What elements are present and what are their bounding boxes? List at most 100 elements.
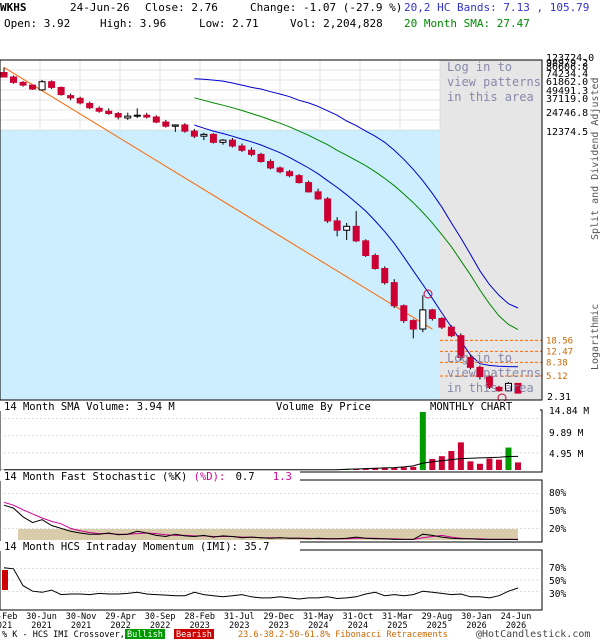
price-panel: Log in to view patterns in this area Log… — [0, 53, 600, 403]
volume-bar — [457, 442, 464, 470]
volume-sma-label: 14 Month SMA Volume: 3.94 M — [4, 401, 175, 413]
candle-body — [228, 139, 236, 147]
volume-bar — [467, 461, 474, 470]
imi-tick: 30% — [549, 589, 566, 600]
imi-crossover-legend: % K - HCS IMI Crossover, — [2, 630, 125, 640]
candle-body — [333, 220, 341, 231]
stochastic-label: 14 Month Fast Stochastic (%K) (%D): 0.7 … — [4, 471, 292, 483]
candle-body — [276, 167, 284, 173]
price-tick-label: 37119.0 — [546, 94, 588, 105]
volume-bar — [476, 463, 483, 470]
candle-body — [10, 76, 18, 83]
x-axis-labels: 26-Feb202130-Jun202130-Nov202129-Apr2022… — [0, 612, 531, 631]
patterns-msg-line: view patterns — [447, 75, 541, 89]
copyright-label[interactable]: @HotCandlestick.com — [476, 629, 590, 640]
log-scale-note: Logarithmic — [590, 304, 600, 370]
price-tick-label: 24746.8 — [546, 108, 588, 119]
open-label: Open: 3.92 — [4, 17, 70, 30]
volume-bar — [505, 447, 512, 470]
candle-body — [48, 81, 56, 88]
stochastic-k-value: 0.7 — [236, 471, 255, 483]
stock-chart: WKHS 24-Jun-26 Close: 2.76 Change: -1.07… — [0, 1, 600, 640]
candle-body — [114, 113, 122, 118]
candle-body — [38, 81, 46, 91]
stochastic-panel: 14 Month Fast Stochastic (%K) (%D): 0.7 … — [0, 471, 566, 543]
volume-bar — [400, 467, 407, 470]
candle-body — [409, 320, 417, 330]
candle-body — [171, 124, 179, 127]
volume-bar — [429, 458, 436, 470]
high-label: High: 3.96 — [100, 17, 166, 30]
volume-label: Vol: 2,204,828 — [290, 17, 383, 30]
candle-body — [133, 114, 141, 117]
candle-body — [381, 268, 389, 284]
candle-body — [200, 133, 208, 137]
candle-body — [267, 160, 275, 169]
candle-body — [105, 110, 113, 115]
volume-by-price-label: Volume By Price — [276, 401, 371, 413]
candle-body — [428, 309, 436, 319]
stochastic-label-prefix: 14 Month Fast Stochastic (%K) — [4, 471, 187, 483]
candle-body — [343, 225, 351, 231]
fibonacci-labels: 18.5612.478.38 5.12 — [546, 336, 573, 382]
date-label: 24-Jun-26 — [70, 1, 130, 14]
imi-crossover-marker — [2, 570, 8, 590]
price-grid — [0, 59, 441, 131]
fibonacci-label: 8.38 — [546, 358, 568, 368]
candle-body — [371, 255, 379, 270]
bands-label: 20,2 HC Bands: 7.13 , 105.79 — [404, 1, 589, 14]
stochastic-label-d: (%D): — [194, 471, 226, 483]
split-dividend-note: Split and Dividend Adjusted — [590, 77, 600, 240]
stochastic-tick: 50% — [549, 506, 566, 517]
candle-body — [447, 326, 455, 337]
candle-body — [238, 145, 246, 151]
candle-body — [400, 305, 408, 322]
price-axis-labels: 123724.098979.286606.874234.461862.04949… — [546, 53, 594, 138]
imi-panel: 14 Month HCS Intraday Momentum (IMI): 35… — [0, 541, 566, 611]
fibonacci-legend: 23.6-38.2-50-61.8% Fibonacci Retracement… — [238, 630, 448, 640]
price-bottom-tick: 2.31 — [547, 392, 571, 403]
candle-body — [257, 153, 265, 162]
candle-body — [419, 309, 427, 330]
candle-body — [352, 225, 360, 242]
stochastic-tick: 20% — [549, 524, 566, 535]
candle-body — [247, 149, 255, 155]
volume-bar — [438, 456, 445, 470]
candle-body — [295, 175, 303, 184]
volume-bar — [486, 458, 493, 470]
close-label: Close: 2.76 — [145, 1, 218, 14]
candle-body — [124, 115, 132, 119]
stochastic-d-value: 1.3 — [273, 471, 292, 483]
candle-body — [76, 97, 84, 104]
candle-body — [29, 84, 37, 90]
symbol-label: WKHS — [0, 1, 27, 14]
candle-body — [209, 133, 217, 143]
price-tick-label: 12374.5 — [546, 127, 588, 138]
candle-body — [314, 191, 322, 200]
volume-tick: 14.84 M — [549, 406, 589, 417]
patterns-msg-line: view patterns — [447, 366, 541, 380]
candle-body — [95, 107, 103, 112]
patterns-msg-line: in this area — [447, 381, 534, 395]
chart-footer: % K - HCS IMI Crossover, Bullish Bearish… — [2, 629, 590, 640]
candle-body — [0, 72, 8, 78]
imi-label: 14 Month HCS Intraday Momentum (IMI): 35… — [4, 541, 270, 553]
candle-body — [86, 102, 94, 109]
volume-bar — [448, 451, 455, 470]
stochastic-tick: 80% — [549, 488, 566, 499]
chart-header: WKHS 24-Jun-26 Close: 2.76 Change: -1.07… — [0, 1, 589, 30]
candle-body — [57, 86, 65, 96]
candle-body — [219, 139, 227, 143]
candle-body — [390, 282, 398, 307]
candle-body — [190, 130, 198, 137]
fibonacci-label: 5.12 — [546, 372, 568, 382]
change-label: Change: -1.07 (-27.9 %) — [250, 1, 402, 14]
volume-bar — [495, 459, 502, 470]
volume-panel: 14 Month SMA Volume: 3.94 M Volume By Pr… — [0, 401, 589, 473]
candle-body — [286, 171, 294, 177]
candle-body — [67, 95, 75, 99]
patterns-msg-line: in this area — [447, 90, 534, 104]
fibonacci-label: 18.56 — [546, 336, 573, 346]
candle-body — [19, 81, 27, 86]
volume-bar — [410, 466, 417, 470]
